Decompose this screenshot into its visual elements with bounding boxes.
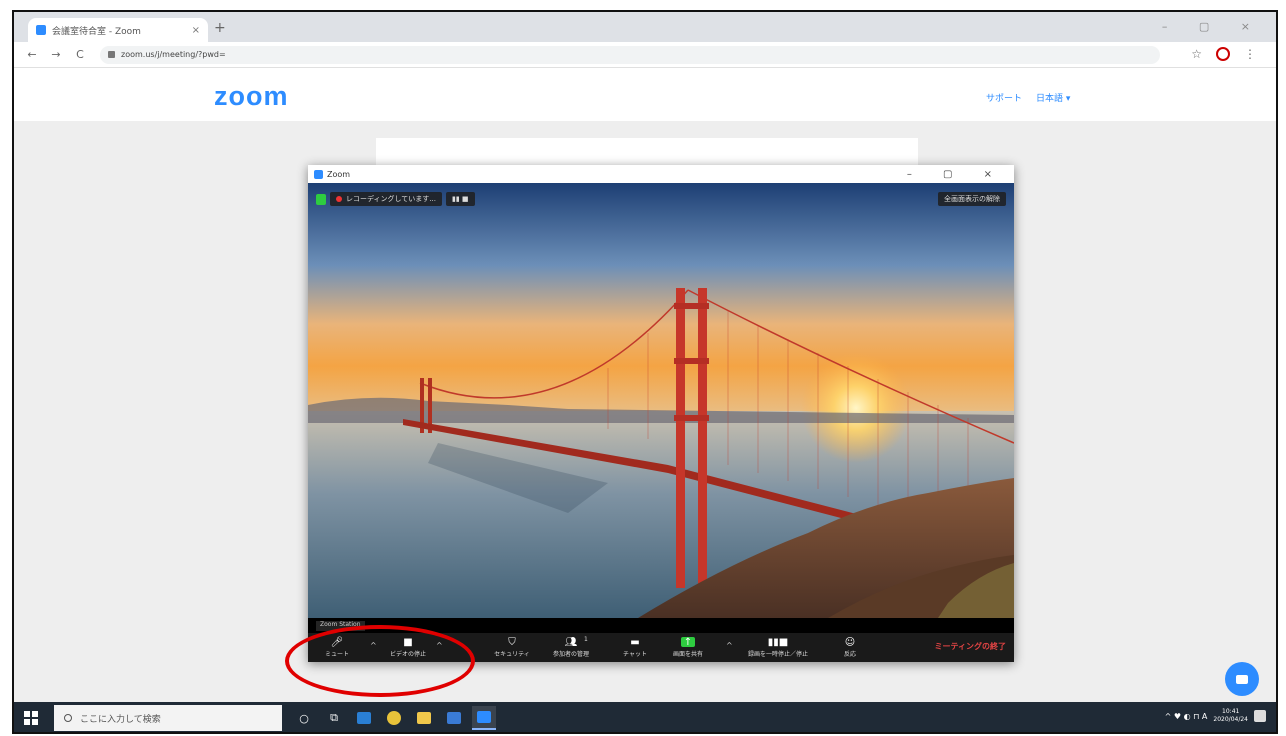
pause-stop-icon: ▮▮■ bbox=[767, 636, 789, 648]
browser-tab-strip: 会議室待合室 - Zoom × + – ▢ × bbox=[14, 12, 1276, 42]
zoom-page-header: zoom サポート 日本語 ▾ bbox=[14, 69, 1276, 121]
participants-label: 参加者の管理 bbox=[552, 651, 589, 658]
windows-start-icon[interactable] bbox=[24, 711, 38, 725]
reactions-button[interactable]: ☺ 反応 bbox=[838, 633, 862, 662]
file-explorer-icon[interactable] bbox=[352, 706, 376, 730]
recording-indicator: レコーディングしています... bbox=[330, 192, 442, 206]
chat-label: チャット bbox=[623, 651, 647, 658]
zoom-taskbar-icon[interactable] bbox=[472, 706, 496, 730]
chat-bubble-icon bbox=[1236, 674, 1248, 684]
share-screen-button[interactable]: ↑ 画面を共有 bbox=[666, 633, 710, 662]
windows-taskbar: ここに入力して検索 ○ ⧉ ^ ♥ ◐ ⊓ A 10:41 2020/04/24 bbox=[14, 702, 1276, 732]
taskbar-search-placeholder: ここに入力して検索 bbox=[80, 714, 161, 725]
tab-close-icon[interactable]: × bbox=[192, 25, 200, 36]
recording-status-bar: レコーディングしています... ▮▮ ■ bbox=[316, 192, 475, 206]
chat-support-button[interactable] bbox=[1225, 662, 1259, 696]
meeting-title-bar: Zoom – ▢ × bbox=[308, 165, 1014, 183]
chat-button[interactable]: ▬ チャット bbox=[620, 633, 650, 662]
share-screen-label: 画面を共有 bbox=[672, 651, 703, 658]
participants-button[interactable]: 👥︎ 参加者の管理 bbox=[542, 633, 600, 662]
notification-center-icon[interactable] bbox=[1254, 710, 1266, 722]
zoom-logo[interactable]: zoom bbox=[214, 81, 289, 112]
taskbar-clock[interactable]: 10:41 2020/04/24 bbox=[1213, 708, 1248, 724]
tray-icons[interactable]: ^ ♥ ◐ ⊓ A bbox=[1165, 712, 1208, 721]
system-tray: ^ ♥ ◐ ⊓ A 10:41 2020/04/24 bbox=[1165, 708, 1266, 724]
forward-arrow-icon[interactable]: → bbox=[50, 48, 62, 61]
participants-count: 1 bbox=[584, 636, 588, 643]
browser-tab[interactable]: 会議室待合室 - Zoom × bbox=[28, 18, 208, 42]
share-screen-icon: ↑ bbox=[681, 637, 695, 648]
support-link[interactable]: サポート bbox=[986, 91, 1022, 104]
zoom-meeting-window: Zoom – ▢ × レコーディングしています... ▮▮ ■ 全画面表示の解除… bbox=[308, 165, 1014, 662]
pause-stop-recording-button[interactable]: ▮▮■ 録画を一時停止／停止 bbox=[738, 633, 818, 662]
pause-stop-recording-label: 録画を一時停止／停止 bbox=[747, 651, 808, 658]
recording-dot-icon bbox=[336, 196, 342, 202]
shield-icon: ⛉ bbox=[508, 636, 516, 648]
reaction-smiley-icon: ☺ bbox=[844, 636, 856, 648]
clock-date: 2020/04/24 bbox=[1213, 716, 1248, 723]
address-bar[interactable]: zoom.us/j/meeting/?pwd= bbox=[100, 45, 1160, 64]
chrome-icon[interactable] bbox=[382, 706, 406, 730]
folder-icon[interactable] bbox=[412, 706, 436, 730]
browser-menu-icon[interactable]: ⋮ bbox=[1244, 47, 1256, 61]
clock-time: 10:41 bbox=[1222, 708, 1240, 715]
video-background-golden-gate bbox=[308, 183, 1014, 618]
share-options-caret-icon[interactable]: ^ bbox=[726, 641, 733, 650]
reactions-label: 反応 bbox=[843, 651, 856, 658]
red-highlight-ellipse bbox=[285, 625, 475, 697]
address-url: zoom.us/j/meeting/?pwd= bbox=[121, 50, 226, 59]
end-meeting-button[interactable]: ミーティングの終了 bbox=[934, 641, 1006, 652]
cortana-circle-icon[interactable]: ○ bbox=[292, 706, 316, 730]
new-tab-button[interactable]: + bbox=[214, 20, 226, 36]
taskbar-search-box[interactable]: ここに入力して検索 bbox=[54, 705, 282, 731]
encryption-shield-icon[interactable] bbox=[316, 193, 326, 205]
recording-label: レコーディングしています... bbox=[346, 195, 436, 203]
bookmark-star-icon[interactable]: ☆ bbox=[1191, 47, 1202, 61]
zoom-favicon-icon bbox=[36, 25, 46, 35]
lock-icon bbox=[108, 51, 115, 58]
browser-toolbar: ← → C zoom.us/j/meeting/?pwd= ☆ ⋮ bbox=[14, 42, 1276, 68]
screenshot-frame: 会議室待合室 - Zoom × + – ▢ × ← → C zoom.us/j/… bbox=[12, 10, 1278, 734]
zoom-app-icon bbox=[314, 169, 323, 179]
browser-window-controls[interactable]: – ▢ × bbox=[1162, 20, 1264, 33]
back-arrow-icon[interactable]: ← bbox=[26, 48, 38, 61]
tab-title: 会議室待合室 - Zoom bbox=[52, 26, 141, 37]
security-label: セキュリティ bbox=[494, 651, 530, 658]
language-selector[interactable]: 日本語 ▾ bbox=[1036, 91, 1070, 104]
chat-bubble-icon: ▬ bbox=[630, 636, 640, 648]
security-button[interactable]: ⛉ セキュリティ bbox=[490, 633, 534, 662]
profile-avatar-icon[interactable] bbox=[1216, 47, 1230, 61]
store-icon[interactable] bbox=[442, 706, 466, 730]
search-icon bbox=[64, 714, 72, 722]
meeting-window-title: Zoom bbox=[327, 169, 351, 179]
meeting-window-controls[interactable]: – ▢ × bbox=[907, 169, 1006, 180]
recording-pause-stop-buttons[interactable]: ▮▮ ■ bbox=[445, 192, 475, 206]
exit-fullscreen-button[interactable]: 全画面表示の解除 bbox=[938, 192, 1006, 206]
task-view-icon[interactable]: ⧉ bbox=[322, 706, 346, 730]
participants-icon: 👥︎ bbox=[564, 636, 578, 648]
reload-icon[interactable]: C bbox=[74, 48, 86, 61]
